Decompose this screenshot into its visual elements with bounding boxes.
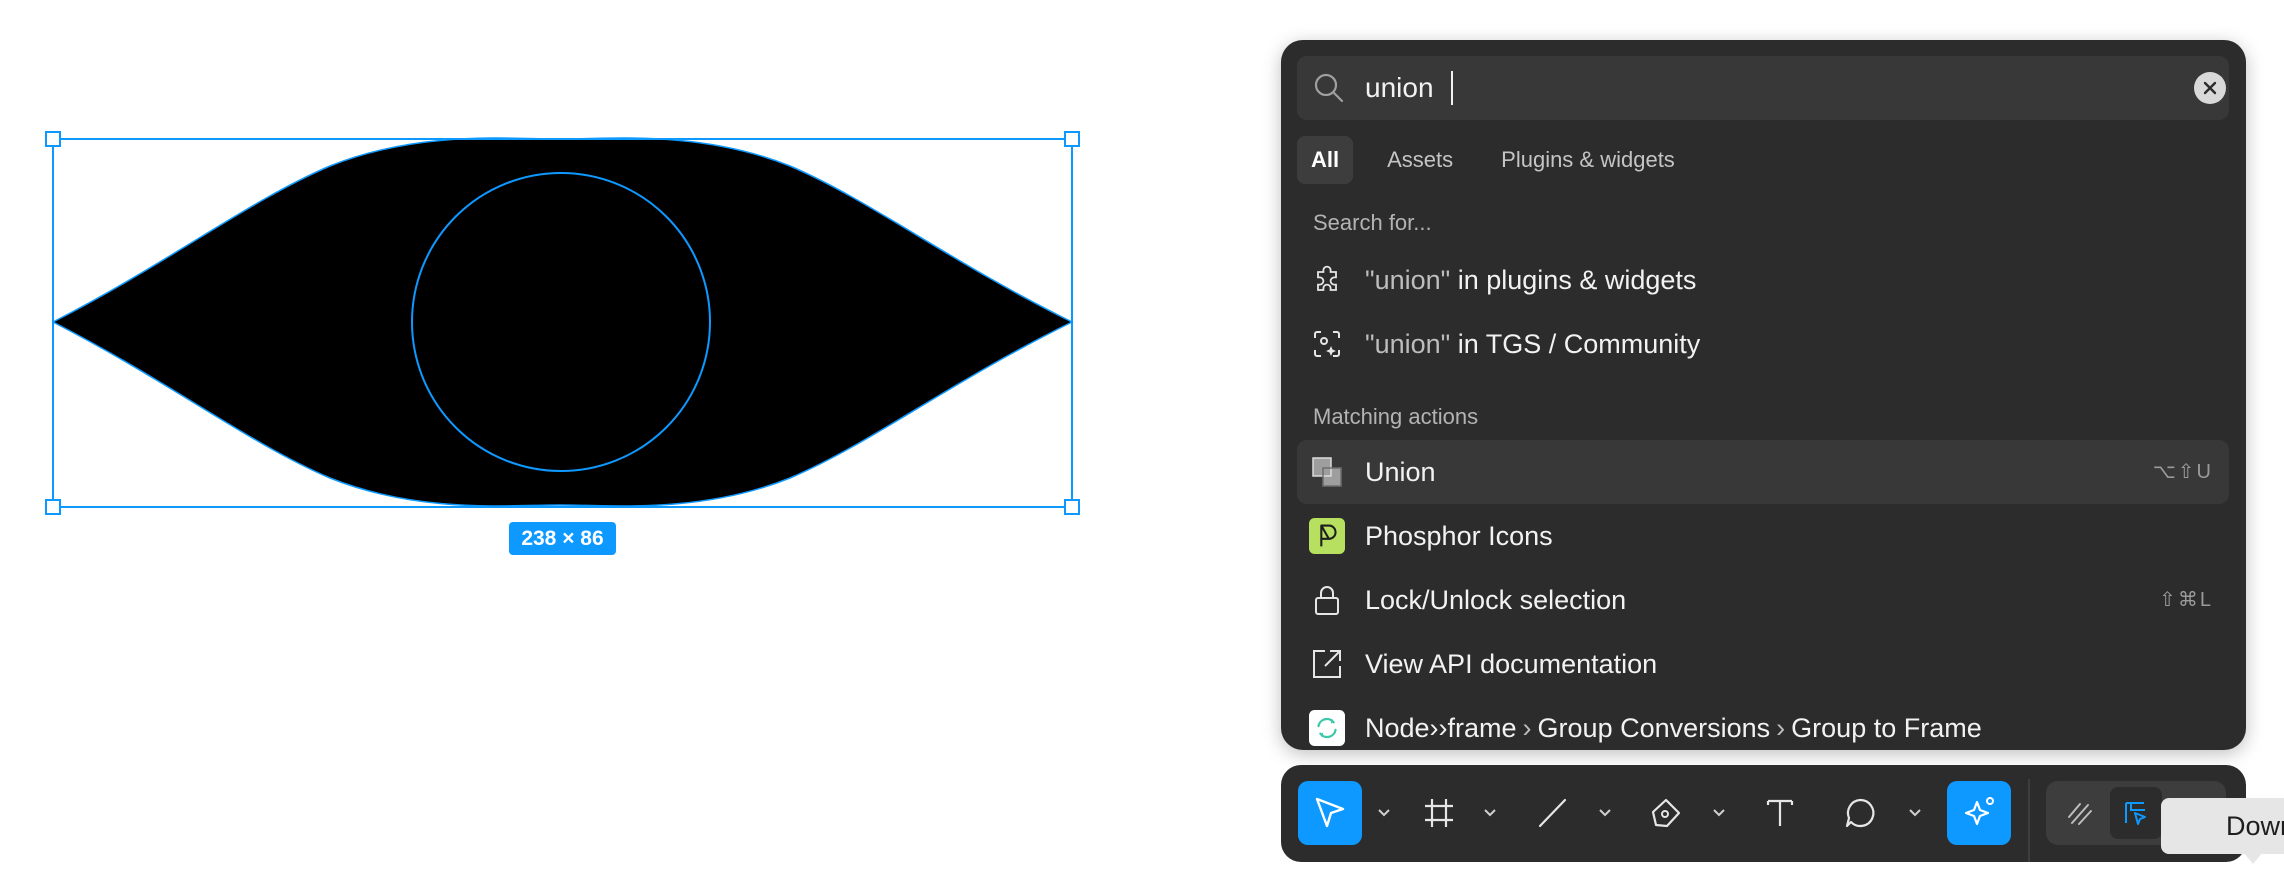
search-community-label: "union" in TGS / Community [1365, 329, 1701, 359]
comment-icon [1845, 798, 1875, 828]
frame-tool[interactable] [1407, 781, 1471, 845]
pen-tool[interactable] [1634, 781, 1698, 845]
plugin-command: Group to Frame [1791, 713, 1982, 743]
tab-assets[interactable]: Assets [1371, 136, 1469, 184]
action-phosphor-icons[interactable]: Phosphor Icons [1297, 504, 2229, 568]
canvas-selection[interactable] [0, 0, 1100, 600]
external-link-icon [1313, 650, 1341, 678]
resize-handle-top-left[interactable] [45, 131, 61, 147]
node-frame-plugin-icon [1309, 710, 1345, 746]
resize-handle-bottom-right[interactable] [1064, 499, 1080, 515]
search-input[interactable] [1365, 66, 2145, 110]
filter-tabs: All Assets Plugins & widgets [1297, 136, 1707, 184]
pen-tool-chevron-down-icon[interactable] [1711, 801, 1727, 825]
text-icon [1766, 799, 1794, 826]
action-union[interactable]: Union ⌥⇧U [1297, 440, 2229, 504]
size-badge: 238 × 86 [509, 522, 616, 555]
action-lock-shortcut: ⇧⌘L [2159, 589, 2213, 611]
action-lock-unlock[interactable]: Lock/Unlock selection ⇧⌘L [1297, 568, 2229, 632]
comment-tool-chevron-down-icon[interactable] [1907, 801, 1923, 825]
comment-tool[interactable] [1828, 781, 1892, 845]
search-plugins-label: "union" in plugins & widgets [1365, 265, 1697, 295]
cursor-icon [1315, 797, 1345, 828]
move-tool-chevron-down-icon[interactable] [1376, 801, 1392, 825]
design-mode-button[interactable] [2110, 787, 2162, 839]
eye-shape[interactable] [51, 137, 1074, 507]
action-group-to-frame-label: Node››frame › Group Conversions › Group to F… [1365, 713, 1982, 743]
close-icon [2203, 81, 2217, 95]
line-tool-chevron-down-icon[interactable] [1597, 801, 1613, 825]
community-icon [1314, 331, 1340, 357]
draw-icon [2068, 803, 2092, 825]
tab-all[interactable]: All [1297, 136, 1354, 184]
puzzle-icon [1317, 265, 1337, 291]
move-tool[interactable] [1298, 781, 1362, 845]
design-icon [2125, 802, 2146, 825]
plugin-name: Node››frame [1365, 713, 1517, 743]
matching-actions-header: Matching actions [1313, 404, 1479, 429]
action-api-docs[interactable]: View API documentation [1297, 632, 2229, 696]
action-api-docs-label: View API documentation [1365, 649, 1658, 679]
sparkle-cursor-icon [1964, 797, 1994, 826]
action-union-shortcut: ⌥⇧U [2152, 461, 2213, 483]
tab-plugins-widgets[interactable]: Plugins & widgets [1485, 136, 1691, 184]
search-icon [1314, 73, 1344, 103]
resize-handle-top-right[interactable] [1064, 131, 1080, 147]
search-for-header: Search for... [1313, 210, 1432, 235]
bottom-toolbar [1281, 765, 2246, 862]
text-tool[interactable] [1748, 781, 1812, 845]
draw-mode-button[interactable] [2054, 787, 2106, 839]
resize-handle-bottom-left[interactable] [45, 499, 61, 515]
search-box [1297, 56, 2229, 120]
lock-icon [1315, 586, 1339, 615]
line-tool[interactable] [1520, 781, 1584, 845]
union-icon [1312, 457, 1342, 487]
action-union-label: Union [1365, 457, 1436, 487]
action-lock-label: Lock/Unlock selection [1365, 585, 1627, 615]
phosphor-plugin-icon [1309, 518, 1345, 554]
clear-search-button[interactable] [2194, 72, 2226, 104]
line-icon [1538, 798, 1567, 828]
search-community-row[interactable]: "union" in TGS / Community [1297, 312, 2229, 376]
ai-tool[interactable] [1947, 781, 2011, 845]
toolbar-divider [2028, 779, 2030, 862]
quick-actions-panel: All Assets Plugins & widgets Search for.… [1281, 40, 2246, 750]
text-caret [1451, 71, 1453, 105]
action-phosphor-label: Phosphor Icons [1365, 521, 1553, 551]
frame-tool-chevron-down-icon[interactable] [1482, 801, 1498, 825]
tooltip-tail [2243, 852, 2263, 864]
tooltip: Downlo [2161, 798, 2284, 854]
pen-icon [1651, 798, 1681, 828]
action-group-to-frame[interactable]: Node››frame › Group Conversions › Group to F… [1297, 696, 2229, 750]
plugin-category: Group Conversions [1537, 713, 1771, 743]
search-plugins-row[interactable]: "union" in plugins & widgets [1297, 248, 2229, 312]
frame-hash-icon [1425, 799, 1453, 827]
